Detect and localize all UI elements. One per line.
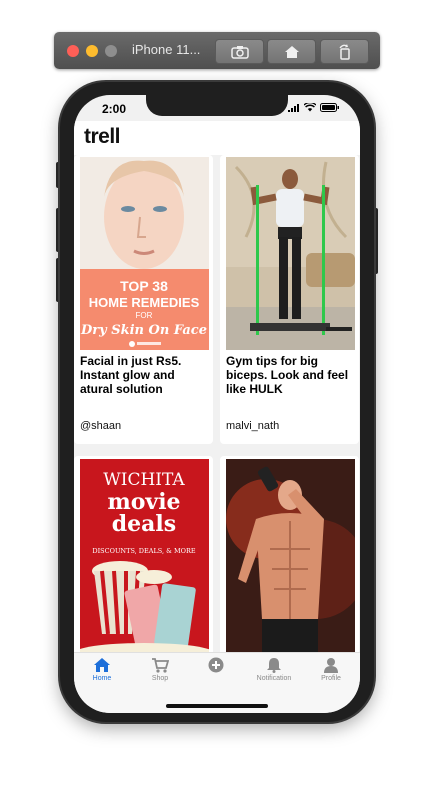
- thumb-text-line: Dry Skin On Face: [80, 323, 207, 338]
- minimize-window-button[interactable]: [86, 45, 98, 57]
- simulator-title: iPhone 11...: [132, 42, 201, 57]
- rotate-icon: [338, 43, 350, 60]
- screenshot-button[interactable]: [215, 39, 264, 64]
- status-icons: [288, 103, 340, 112]
- zoom-window-button[interactable]: [105, 45, 117, 57]
- thumb-text-line: WICHITA: [103, 470, 185, 490]
- tab-notification[interactable]: Notification: [249, 657, 299, 682]
- simulator-toolbar: iPhone 11...: [54, 32, 380, 69]
- app-header: trell: [74, 121, 360, 155]
- home-button[interactable]: [267, 39, 316, 64]
- signal-icon: [288, 103, 299, 112]
- close-window-button[interactable]: [67, 45, 79, 57]
- person-icon: [324, 658, 338, 673]
- tab-create[interactable]: [191, 657, 241, 675]
- phone-screen: 2:00 trell TOP 38 HOME REMEDIES FOR Dry …: [74, 95, 360, 713]
- post-thumbnail[interactable]: [226, 157, 355, 350]
- tab-label: Notification: [256, 675, 292, 682]
- post-thumbnail[interactable]: TOP 38 HOME REMEDIES FOR Dry Skin On Fac…: [80, 157, 209, 350]
- plus-circle-icon: [208, 657, 224, 673]
- post-thumbnail[interactable]: [226, 459, 355, 656]
- notch: [146, 95, 288, 116]
- post-card[interactable]: TOP 38 HOME REMEDIES FOR Dry Skin On Fac…: [74, 155, 213, 444]
- gym-man-image: [226, 157, 355, 350]
- fitness-man-image: [226, 459, 355, 656]
- tab-label: Shop: [151, 675, 169, 682]
- tab-label: Profile: [321, 675, 341, 682]
- movie-deals-image: WICHITA movie deals DISCOUNTS, DEALS, & …: [80, 459, 209, 656]
- post-thumbnail[interactable]: WICHITA movie deals DISCOUNTS, DEALS, & …: [80, 459, 209, 656]
- status-time: 2:00: [102, 102, 127, 116]
- post-card[interactable]: [220, 456, 359, 656]
- thumb-text-line: TOP 38: [120, 278, 168, 294]
- tab-profile[interactable]: Profile: [306, 657, 356, 682]
- wifi-icon: [304, 103, 316, 112]
- tab-home[interactable]: Home: [77, 657, 127, 682]
- app-logo: trell: [84, 125, 121, 148]
- home-icon: [94, 658, 110, 672]
- bell-icon: [267, 658, 281, 673]
- camera-icon: [230, 45, 249, 59]
- thumb-text-line: FOR: [136, 311, 153, 320]
- tab-label: Home: [92, 675, 112, 682]
- cart-icon: [152, 658, 169, 673]
- rotate-button[interactable]: [320, 39, 369, 64]
- post-card[interactable]: WICHITA movie deals DISCOUNTS, DEALS, & …: [74, 456, 213, 656]
- post-username[interactable]: @shaan: [80, 420, 121, 432]
- post-username[interactable]: malvi_nath: [226, 420, 279, 432]
- thumb-text-line: DISCOUNTS, DEALS, & MORE: [92, 547, 195, 555]
- post-title: Gym tips for big biceps. Look and feel l…: [226, 354, 349, 396]
- battery-icon: [320, 103, 339, 112]
- power-button: [374, 208, 378, 274]
- thumb-text-line: deals: [112, 511, 176, 537]
- face-remedy-image: TOP 38 HOME REMEDIES FOR Dry Skin On Fac…: [80, 157, 209, 350]
- post-card[interactable]: Gym tips for big biceps. Look and feel l…: [220, 155, 359, 444]
- house-icon: [284, 45, 299, 58]
- home-indicator[interactable]: [166, 704, 268, 708]
- thumb-text-line: HOME REMEDIES: [89, 295, 200, 310]
- post-title: Facial in just Rs5. Instant glow and atu…: [80, 354, 182, 396]
- tab-shop[interactable]: Shop: [135, 657, 185, 682]
